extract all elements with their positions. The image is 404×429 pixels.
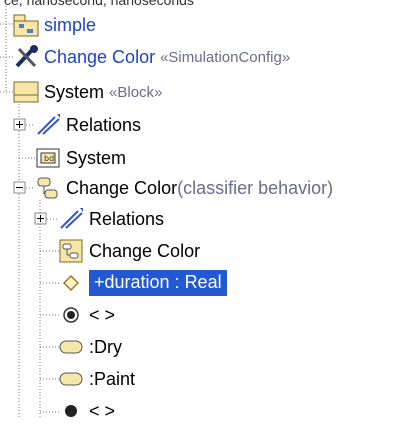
tree-node-relations[interactable]: Relations (35, 108, 141, 142)
property-icon (58, 270, 84, 296)
node-label: Relations (66, 114, 142, 135)
tree-node-state-dry[interactable]: :Dry (58, 330, 122, 364)
node-label: < > (89, 400, 116, 421)
tools-icon (13, 44, 39, 70)
relation-icon (35, 112, 61, 138)
expand-toggle-relations-2[interactable] (34, 212, 47, 225)
node-label: Change Color (44, 46, 156, 67)
node-label: Change Color (89, 240, 201, 261)
node-label: < > (89, 304, 116, 325)
node-label: :Dry (89, 336, 122, 357)
node-label: System (44, 81, 105, 102)
tree-node-classifier-behavior[interactable]: Change Color (classifier behavior) (35, 171, 333, 205)
node-label: Change Color (66, 177, 178, 198)
block-icon (13, 79, 39, 105)
state-icon (58, 366, 84, 392)
expand-toggle-relations-1[interactable] (13, 118, 26, 131)
final-state-icon (58, 398, 84, 424)
state-machine-icon (35, 175, 61, 201)
node-suffix: (classifier behavior) (177, 177, 334, 198)
clipped-header-text: ce, nanosecond, nanoseconds (4, 0, 194, 8)
tree-node-simple[interactable]: simple (13, 8, 96, 42)
tree-node-relations[interactable]: Relations (58, 202, 164, 236)
tree-node-state-paint[interactable]: :Paint (58, 362, 135, 396)
collapse-toggle-change-color[interactable] (13, 181, 26, 194)
containment-tree: { "top_partial": "ce, nanosecond, nanose… (0, 0, 404, 421)
node-label: simple (44, 14, 97, 35)
stereotype-label: «Block» (109, 83, 163, 101)
tree-node-state-diagram[interactable]: Change Color (58, 234, 200, 268)
state-diagram-icon (58, 238, 84, 264)
svg-text:bd: bd (44, 154, 54, 163)
stereotype-label: «SimulationConfig» (160, 48, 291, 66)
tree-node-system-block[interactable]: System «Block» (13, 75, 162, 109)
tree-node-final-state[interactable]: < > (58, 394, 115, 428)
node-label: :Paint (89, 368, 136, 389)
node-label: Relations (89, 208, 165, 229)
node-label: +duration : Real (89, 270, 227, 296)
state-icon (58, 334, 84, 360)
node-label: System (66, 147, 127, 168)
tree-node-simulation-config[interactable]: Change Color «SimulationConfig» (13, 40, 290, 74)
tree-node-duration-property[interactable]: +duration : Real (58, 266, 227, 300)
initial-state-icon (58, 302, 84, 328)
tree-node-system-diagram[interactable]: bd System (35, 141, 126, 175)
relation-icon (58, 206, 84, 232)
tree-node-initial-state[interactable]: < > (58, 298, 115, 332)
package-icon (13, 12, 39, 38)
diagram-icon: bd (35, 145, 61, 171)
